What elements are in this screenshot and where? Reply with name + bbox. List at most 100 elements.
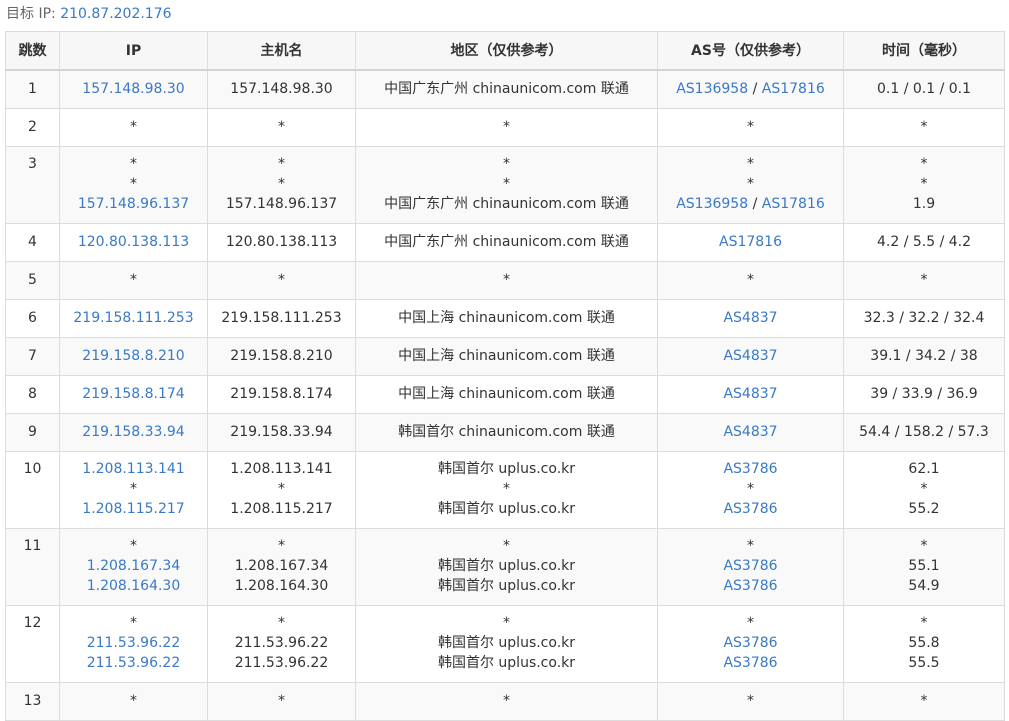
- time-lines: 32.3 / 32.2 / 32.4: [845, 301, 1004, 329]
- table-row: 8 219.158.8.174 219.158.8.174 中国上海 chinauni…: [5, 375, 1005, 414]
- region-lines: 韩国首尔 uplus.co.kr * 韩国首尔 uplus.co.kr: [357, 453, 657, 520]
- ip-link[interactable]: 1.208.164.30: [61, 576, 207, 596]
- hop-number: 3: [28, 156, 37, 172]
- as-lines: AS4837: [659, 301, 843, 329]
- time-text: *: [920, 481, 928, 497]
- as-lines: AS136958 / AS17816: [659, 71, 843, 99]
- ip-lines: 219.158.8.210: [61, 339, 207, 367]
- time-text: *: [920, 119, 928, 135]
- ip-link[interactable]: 211.53.96.22: [61, 633, 207, 653]
- time-lines: * 55.8 55.5: [845, 607, 1004, 674]
- target-ip-value: 210.87.202.176: [60, 6, 172, 22]
- region-cell: 中国广东广州 chinaunicom.com 联通: [355, 223, 658, 262]
- ip-link[interactable]: 157.148.96.137: [61, 194, 207, 214]
- as-lines: AS3786 * AS3786: [659, 453, 843, 520]
- target-ip-label: 目标 IP:: [6, 6, 56, 22]
- ip-link[interactable]: 1.208.113.141: [61, 459, 207, 479]
- time-text: *: [920, 156, 928, 172]
- ip-unknown: *: [130, 481, 137, 497]
- as-line: AS136958 / AS17816: [659, 79, 843, 99]
- as-cell: AS4837: [657, 413, 844, 452]
- ip-link[interactable]: 157.148.98.30: [61, 79, 207, 99]
- host-cell: 219.158.111.253: [207, 299, 356, 338]
- ip-lines: 120.80.138.113: [61, 225, 207, 253]
- region-cell: 中国广东广州 chinaunicom.com 联通: [355, 69, 658, 109]
- time-lines: * * 1.9: [845, 148, 1004, 215]
- as-link[interactable]: AS3786: [723, 578, 777, 594]
- as-link[interactable]: AS4837: [723, 348, 777, 364]
- header-hop: 跳数: [5, 31, 60, 71]
- ip-link[interactable]: 219.158.8.174: [61, 384, 207, 404]
- as-link[interactable]: AS136958: [676, 196, 748, 212]
- ip-link[interactable]: 211.53.96.22: [61, 653, 207, 673]
- hostname-text: *: [278, 481, 285, 497]
- ip-link[interactable]: 219.158.8.210: [61, 346, 207, 366]
- as-link[interactable]: AS4837: [723, 424, 777, 440]
- region-text: 韩国首尔 uplus.co.kr: [437, 635, 576, 651]
- as-link[interactable]: AS3786: [723, 635, 777, 651]
- hostname-text: *: [278, 693, 285, 709]
- as-line: AS17816: [659, 232, 843, 252]
- region-text: 韩国首尔 uplus.co.kr: [437, 501, 576, 517]
- ip-cell: 157.148.98.30: [59, 69, 208, 109]
- host-cell: 219.158.33.94: [207, 413, 356, 452]
- ip-cell: 219.158.111.253: [59, 299, 208, 338]
- region-lines: * * 中国广东广州 chinaunicom.com 联通: [357, 148, 657, 215]
- region-lines: 中国广东广州 chinaunicom.com 联通: [357, 225, 657, 253]
- ip-link[interactable]: 120.80.138.113: [61, 232, 207, 252]
- ip-link[interactable]: 219.158.33.94: [61, 422, 207, 442]
- as-link[interactable]: AS4837: [723, 310, 777, 326]
- ip-link[interactable]: 219.158.111.253: [61, 308, 207, 328]
- time-cell: * * 1.9: [843, 146, 1005, 224]
- ip-lines: 157.148.98.30: [61, 71, 207, 99]
- as-link[interactable]: AS17816: [719, 234, 782, 250]
- as-line: *: [659, 613, 843, 633]
- hostname-text: *: [278, 176, 285, 192]
- as-unknown: *: [747, 615, 754, 631]
- region-cell: 韩国首尔 chinaunicom.com 联通: [355, 413, 658, 452]
- ip-lines: *: [61, 110, 207, 138]
- hop-cell: 8: [5, 375, 60, 414]
- as-link[interactable]: AS17816: [762, 196, 825, 212]
- as-lines: * AS3786 AS3786: [659, 530, 843, 597]
- region-text: *: [503, 272, 510, 288]
- hostname-text: 1.208.115.217: [230, 501, 333, 517]
- region-cell: 中国上海 chinaunicom.com 联通: [355, 299, 658, 338]
- as-line: AS3786: [659, 556, 843, 576]
- time-text: 4.2 / 5.5 / 4.2: [876, 234, 972, 250]
- as-unknown: *: [747, 156, 754, 172]
- as-link[interactable]: AS136958: [676, 81, 748, 97]
- as-lines: AS17816: [659, 225, 843, 253]
- time-cell: * 55.8 55.5: [843, 605, 1005, 683]
- as-link[interactable]: AS4837: [723, 386, 777, 402]
- region-text: *: [503, 615, 510, 631]
- as-unknown: *: [747, 481, 754, 497]
- table-row: 5 * * * * *: [5, 261, 1005, 300]
- hostname-text: *: [278, 272, 285, 288]
- host-cell: *: [207, 261, 356, 300]
- hop-cell: 7: [5, 337, 60, 376]
- time-cell: 4.2 / 5.5 / 4.2: [843, 223, 1005, 262]
- as-link[interactable]: AS17816: [762, 81, 825, 97]
- as-line: *: [659, 479, 843, 499]
- hop-number: 5: [28, 272, 37, 288]
- region-cell: *: [355, 682, 658, 721]
- as-line: AS4837: [659, 384, 843, 404]
- as-line: *: [659, 536, 843, 556]
- ip-cell: *: [59, 682, 208, 721]
- ip-link[interactable]: 1.208.115.217: [61, 499, 207, 519]
- as-link[interactable]: AS3786: [723, 501, 777, 517]
- ip-cell: * 1.208.167.34 1.208.164.30: [59, 528, 208, 606]
- as-link[interactable]: AS3786: [723, 461, 777, 477]
- hostname-text: 157.148.98.30: [230, 81, 333, 97]
- ip-link[interactable]: 1.208.167.34: [61, 556, 207, 576]
- as-line: *: [659, 154, 843, 174]
- ip-cell: *: [59, 108, 208, 147]
- time-lines: 62.1 * 55.2: [845, 453, 1004, 520]
- traceroute-table: 跳数 IP 主机名 地区（仅供参考） AS号（仅供参考） 时间（毫秒） 1 157…: [5, 31, 1005, 721]
- as-link[interactable]: AS3786: [723, 558, 777, 574]
- as-link[interactable]: AS3786: [723, 655, 777, 671]
- region-lines: *: [357, 684, 657, 712]
- ip-unknown: *: [130, 538, 137, 554]
- region-text: 韩国首尔 uplus.co.kr: [437, 558, 576, 574]
